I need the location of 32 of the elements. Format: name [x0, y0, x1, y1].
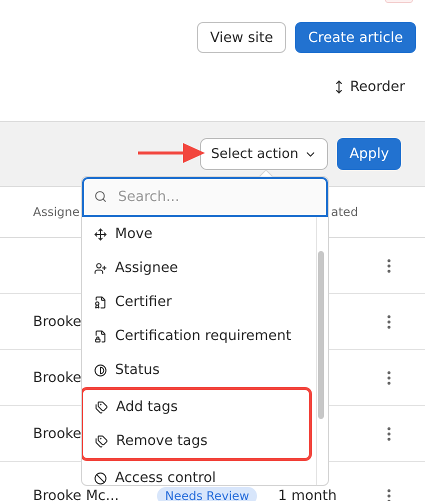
- menu-item-icon: [94, 364, 107, 376]
- menu-item[interactable]: Move: [82, 217, 316, 251]
- annotation-arrow: [137, 142, 207, 164]
- menu-item[interactable]: Add tags: [83, 390, 309, 424]
- menu-item[interactable]: Assignee: [82, 251, 316, 285]
- assignee-cell: Brooke Mc...: [33, 488, 119, 501]
- assignee-cell: Brooke: [33, 370, 82, 386]
- menu-item-icon: [94, 262, 107, 274]
- column-header: ated: [331, 205, 358, 219]
- reorder-button[interactable]: Reorder: [332, 75, 405, 99]
- status-badge: Needs Review: [157, 486, 258, 501]
- view-site-button[interactable]: View site: [197, 22, 286, 53]
- create-button[interactable]: Create article: [295, 22, 416, 53]
- search-icon: [94, 190, 107, 203]
- menu-item-icon: [94, 330, 107, 342]
- menu-item-icon: [95, 400, 108, 414]
- menu-item[interactable]: Access control: [82, 461, 316, 485]
- menu-item[interactable]: Certification requirement: [82, 319, 316, 353]
- menu-item-icon: [95, 434, 108, 448]
- menu-item-icon: [94, 296, 107, 308]
- date-cell: 1 month: [278, 488, 337, 501]
- menu-item[interactable]: Remove tags: [83, 424, 309, 458]
- assignee-cell: Brooke: [33, 426, 82, 442]
- apply-button[interactable]: Apply: [337, 138, 401, 170]
- menu-item-icon: [94, 472, 107, 484]
- column-header: Assigne: [33, 205, 80, 219]
- menu-item[interactable]: Certifier: [82, 285, 316, 319]
- menu-item[interactable]: Status: [82, 353, 316, 387]
- action-select[interactable]: Select action: [200, 138, 328, 170]
- menu-item-icon: [94, 228, 107, 240]
- assignee-cell: Brooke: [33, 314, 82, 330]
- search-field[interactable]: Search...: [82, 177, 328, 217]
